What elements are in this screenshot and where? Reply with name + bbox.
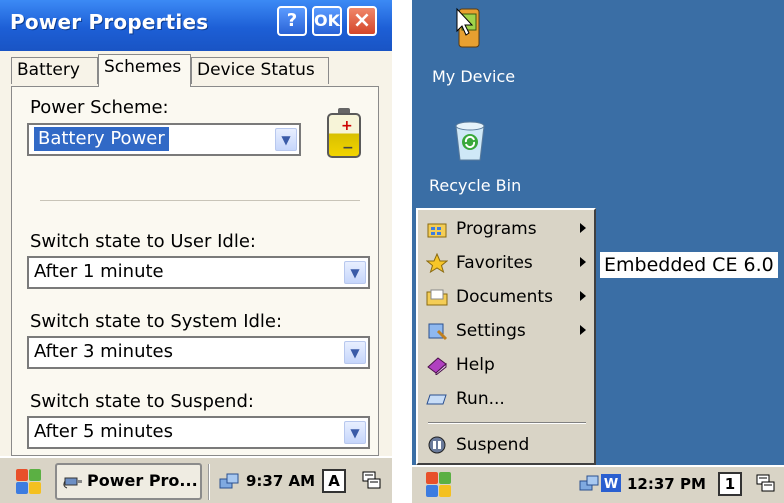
os-version-banner: Embedded CE 6.0 [600,252,778,278]
ok-button[interactable]: OK [312,6,342,36]
menu-item-label: Help [456,355,495,375]
device-icon[interactable] [449,5,489,53]
suspend-label: Switch state to Suspend: [30,391,254,412]
settings-icon [428,323,448,341]
programs-icon [427,223,447,238]
start-windows-icon[interactable] [14,467,44,497]
tab-schemes[interactable]: Schemes [98,54,191,87]
chevron-down-icon[interactable]: ▼ [275,128,297,151]
menu-item-documents[interactable]: Documents [424,282,592,312]
tray-divider [208,464,210,500]
window-title: Power Properties [10,10,209,34]
desktop-toggle-icon[interactable] [754,472,778,496]
close-button[interactable]: × [347,6,377,36]
submenu-arrow-icon [580,291,586,301]
user-idle-label: Switch state to User Idle: [30,231,256,252]
menu-item-programs[interactable]: Programs [424,214,592,244]
menu-item-label: Settings [456,321,526,341]
menu-item-run[interactable]: Run... [424,384,592,414]
chevron-down-icon[interactable]: ▼ [344,341,366,364]
user-idle-dropdown[interactable]: After 1 minute ▼ [27,256,370,289]
divider [40,200,360,201]
system-idle-label: Switch state to System Idle: [30,311,283,332]
power-scheme-label: Power Scheme: [30,97,169,118]
menu-item-label: Programs [456,219,537,239]
clock[interactable]: 9:37 AM [246,472,315,490]
run-icon [426,394,447,405]
start-windows-icon[interactable] [424,470,454,500]
submenu-arrow-icon [580,325,586,335]
suspend-icon [428,436,446,454]
input-panel-indicator[interactable]: 1 [718,472,742,496]
documents-folder-icon [426,289,448,306]
menu-item-suspend[interactable]: Suspend [424,430,592,460]
suspend-dropdown[interactable]: After 5 minutes ▼ [27,416,370,449]
power-properties-screen: Power Properties ? OK × Battery Schemes … [0,0,392,503]
menu-item-label: Favorites [456,253,533,273]
submenu-arrow-icon [580,257,586,267]
recycle-bin-icon[interactable] [452,120,488,164]
network-icon[interactable] [218,471,240,493]
suspend-value: After 5 minutes [34,421,173,442]
help-book-icon [427,357,447,375]
menu-item-label: Suspend [456,435,530,455]
power-scheme-value: Battery Power [34,127,169,151]
desktop-icon-label-my-device[interactable]: My Device [432,67,515,86]
menu-item-label: Run... [456,389,505,409]
start-menu: Programs Favorites Documents Settings He… [416,208,596,465]
menu-item-label: Documents [456,287,553,307]
menu-item-settings[interactable]: Settings [424,316,592,346]
submenu-arrow-icon [580,223,586,233]
user-idle-value: After 1 minute [34,261,164,282]
tab-device-status[interactable]: Device Status [191,57,329,84]
menu-item-help[interactable]: Help [424,350,592,380]
tab-battery[interactable]: Battery [11,57,98,84]
clock[interactable]: 12:37 PM [627,475,706,493]
title-bar: Power Properties ? OK × [0,0,392,51]
svg-text:W: W [604,477,618,492]
taskbar: Power Pro... 9:37 AM A [0,456,392,503]
menu-item-favorites[interactable]: Favorites [424,248,592,278]
taskbar-button-label: Power Pro... [87,471,198,490]
network-icon[interactable] [578,473,600,495]
battery-icon: + − [327,108,361,158]
power-scheme-dropdown[interactable]: Battery Power ▼ [27,123,301,156]
menu-separator [428,422,586,424]
desktop-toggle-icon[interactable] [360,469,384,493]
power-plug-icon [63,477,82,489]
favorites-star-icon [426,253,448,273]
chevron-down-icon[interactable]: ▼ [344,261,366,284]
input-panel-indicator[interactable]: A [322,469,346,493]
word-app-icon[interactable]: W [600,472,622,494]
system-idle-dropdown[interactable]: After 3 minutes ▼ [27,336,370,369]
taskbar: W 12:37 PM 1 [412,465,784,503]
desktop-screen: My Device Recycle Bin Embedded CE 6.0 Pr… [412,0,784,503]
help-button[interactable]: ? [277,6,307,36]
tab-strip: Battery Schemes Device Status [0,51,392,87]
taskbar-button-power-properties[interactable]: Power Pro... [55,463,202,500]
desktop-icon-label-recycle-bin[interactable]: Recycle Bin [429,176,521,195]
system-idle-value: After 3 minutes [34,341,173,362]
chevron-down-icon[interactable]: ▼ [344,421,366,444]
